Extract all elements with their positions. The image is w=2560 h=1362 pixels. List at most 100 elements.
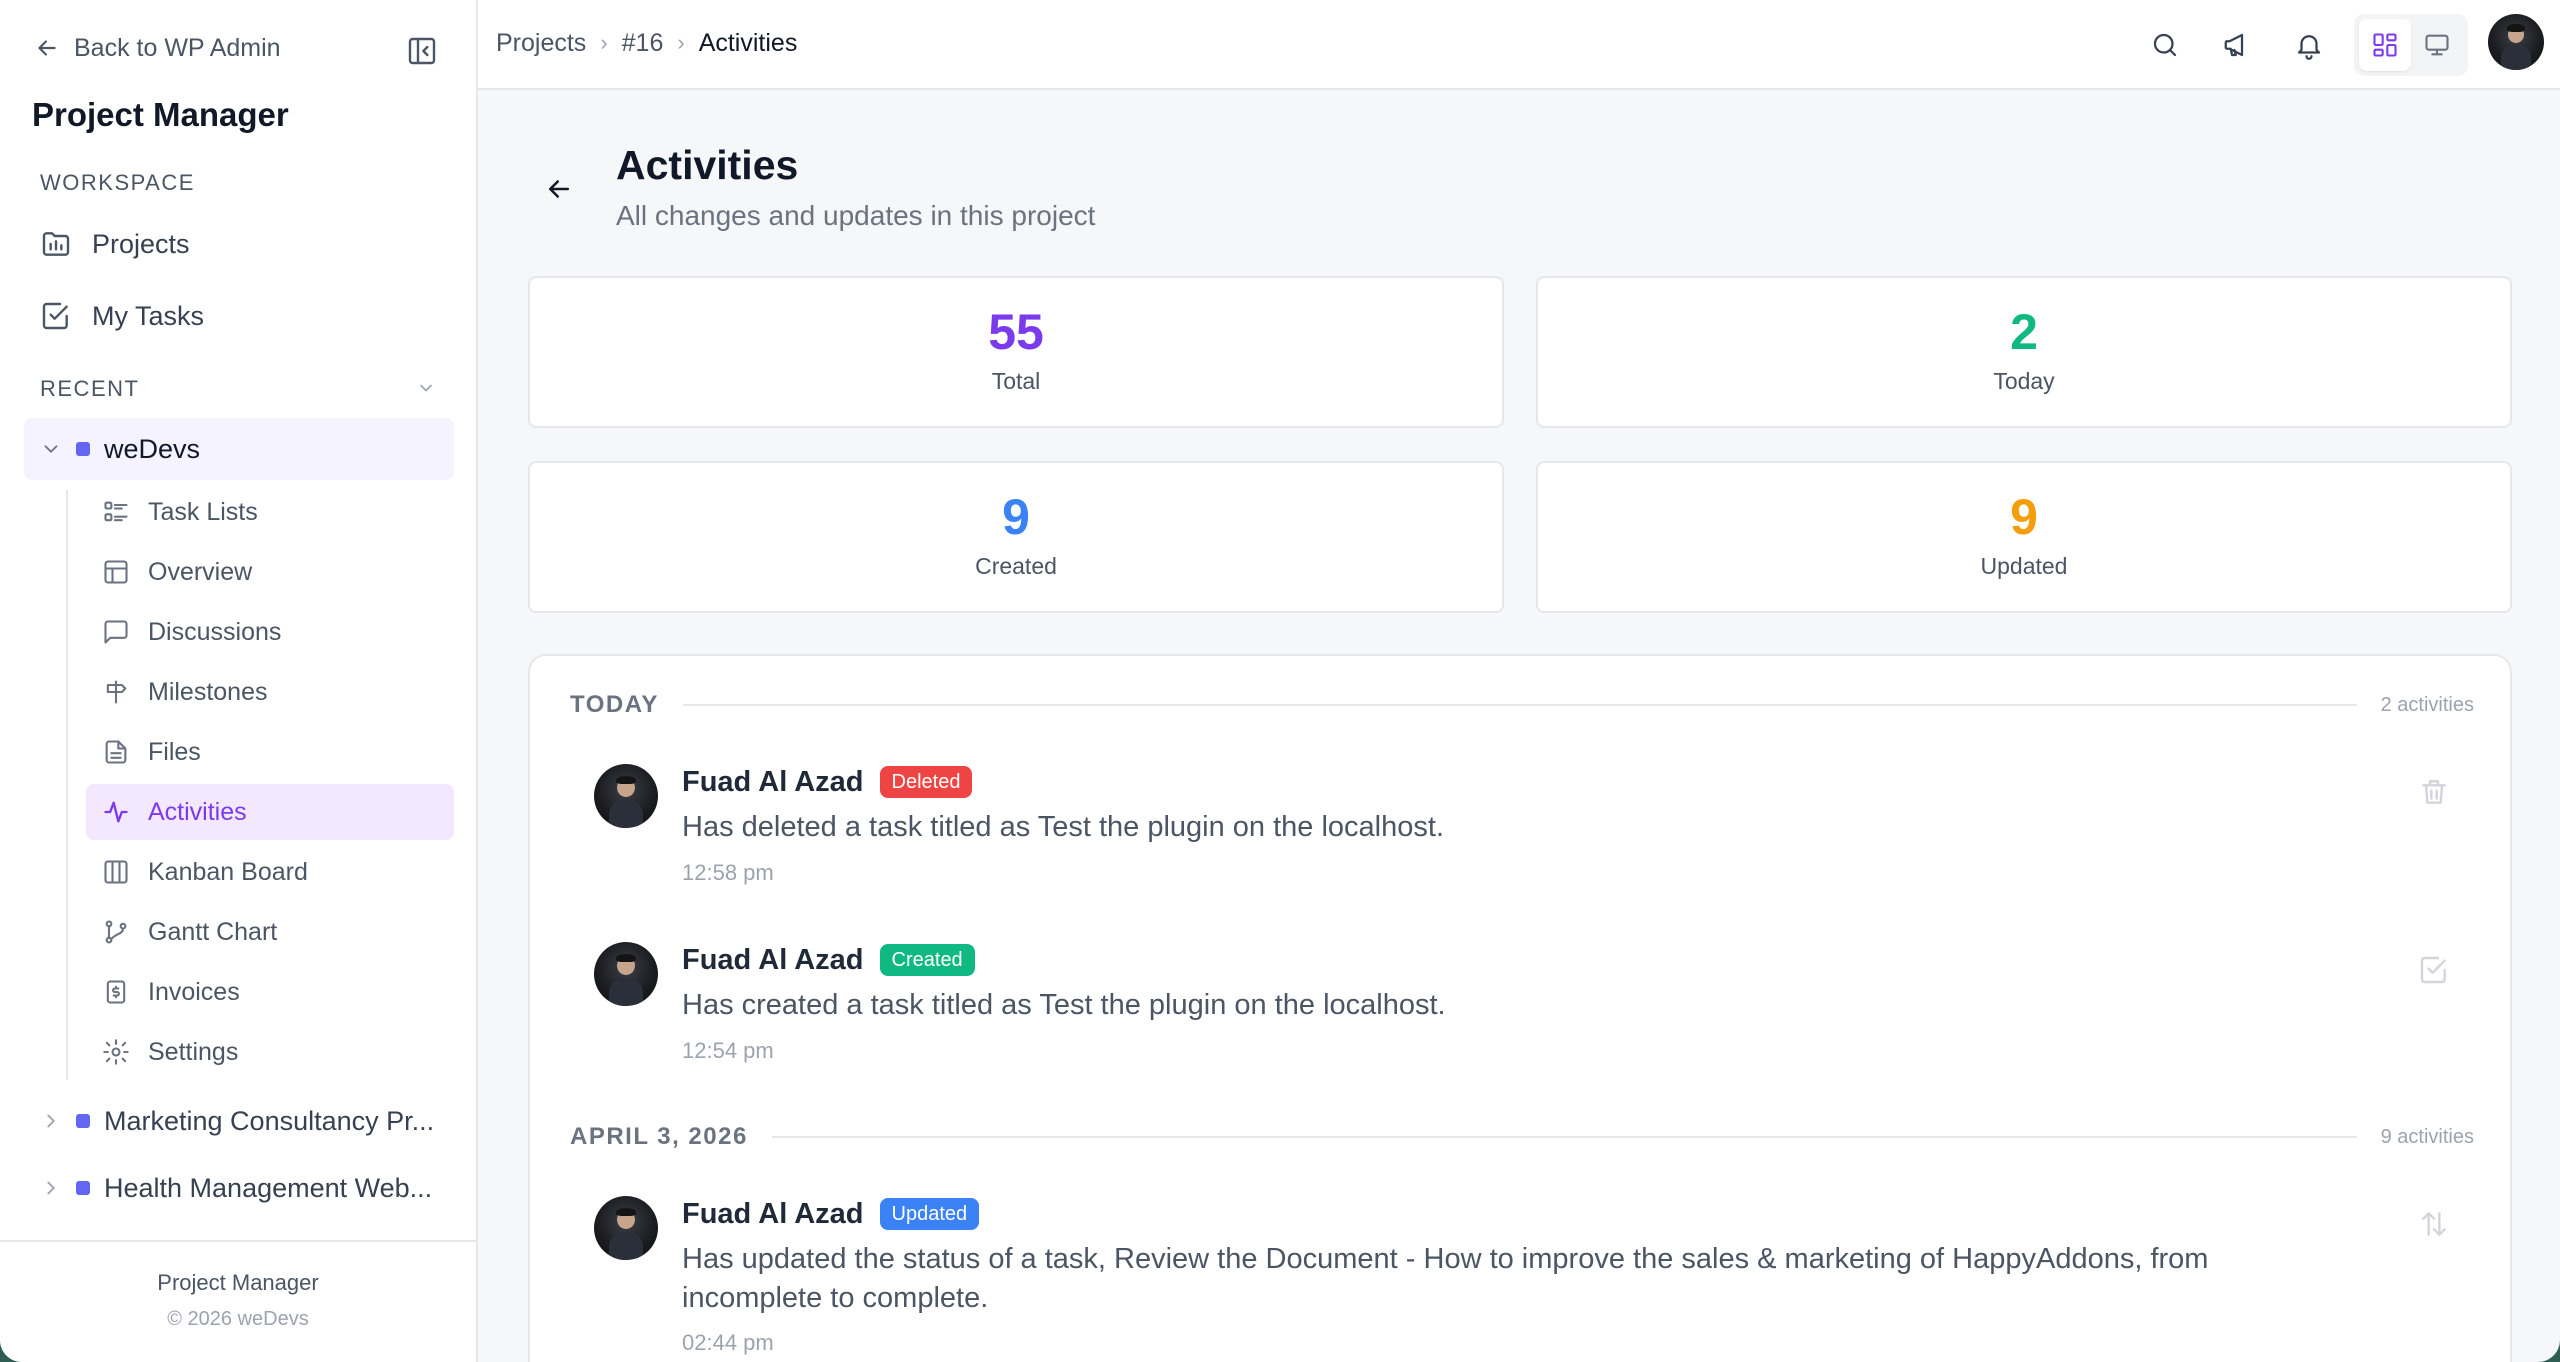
project-wedevs[interactable]: weDevs [24,418,454,480]
collapse-sidebar-button[interactable] [404,34,440,68]
group-title: APRIL 3, 2026 [570,1123,748,1150]
gantt-icon [105,920,127,944]
group-count: 9 activities [2380,1125,2474,1148]
notifications-button[interactable] [2286,22,2332,68]
recent-label: RECENT [40,376,140,401]
stat-card-total: 55 Total [528,276,1504,428]
activity-icon [104,801,128,823]
invoice-icon [106,980,126,1004]
sidebar-item-label: Discussions [148,617,282,646]
project-marketing-consultancy[interactable]: Marketing Consultancy Pr... [24,1090,454,1152]
back-to-wp-admin-link[interactable]: Back to WP Admin [34,30,281,66]
page-title: Activities [616,142,799,188]
monitor-icon [2425,34,2449,56]
checkbox-icon [42,302,68,330]
status-badge-updated: Updated [879,1198,980,1230]
sidebar-collapse-icon [408,37,436,65]
breadcrumb-current: Activities [698,28,798,57]
project-color-dot [76,1181,90,1195]
grid-view-button[interactable] [2359,19,2411,71]
chevron-right-icon [47,1114,55,1128]
activity-text: Has updated the status of a task, Review… [682,1243,2209,1314]
avatar-body [609,977,643,1006]
sidebar-item-kanban-board[interactable]: Kanban Board [86,844,454,900]
sidebar-item-gantt-chart[interactable]: Gantt Chart [86,904,454,960]
sidebar-item-settings[interactable]: Settings [86,1024,454,1080]
stat-value: 9 [1002,489,1030,545]
avatar-body [609,1231,643,1260]
activity-avatar [594,764,658,828]
project-name: Marketing Consultancy Pr... [104,1105,435,1136]
avatar-hair [615,953,637,963]
search-icon [2153,33,2177,57]
activity-user: Fuad Al Azad [682,765,864,798]
sidebar-item-discussions[interactable]: Discussions [86,604,454,660]
footer-copyright: © 2026 weDevs [167,1308,309,1330]
app-title: Project Manager [32,96,289,133]
user-avatar[interactable] [2488,14,2544,70]
activity-avatar [594,942,658,1006]
group-divider [682,704,2357,706]
chat-icon [104,620,128,644]
stat-value: 2 [2010,304,2038,360]
sidebar-item-invoices[interactable]: Invoices [86,964,454,1020]
stat-value: 55 [988,304,1044,360]
arrow-left-icon [549,180,569,198]
footer-title: Project Manager [157,1270,319,1295]
sidebar-item-milestones[interactable]: Milestones [86,664,454,720]
projects-folder-icon [42,232,70,256]
activity-type [2414,950,2454,990]
activity-feed: TODAY 2 activities Fuad Al Azad Deleted … [528,654,2512,1362]
sidebar-item-label: Invoices [148,977,240,1006]
activity-avatar [594,1196,658,1260]
stat-label: Updated [1980,553,2068,579]
sidebar-item-label: Task Lists [148,497,258,526]
swap-arrows-icon [2422,1212,2446,1236]
activity-time: 02:44 pm [682,1330,774,1355]
recent-chevron-down-icon[interactable] [416,378,436,398]
nav-projects[interactable]: Projects [40,220,190,268]
breadcrumb-project-id[interactable]: #16 [622,29,664,58]
check-square-icon [2420,956,2446,984]
project-health-management[interactable]: Health Management Web... [24,1157,454,1219]
app-window: Back to WP Admin Project Manager WORKSPA… [0,0,2560,1362]
sidebar-item-label: Gantt Chart [148,917,278,946]
announcements-button[interactable] [2214,22,2260,68]
stat-card-updated: 9 Updated [1536,461,2512,613]
arrow-left-icon [38,40,56,56]
avatar-body [609,799,643,828]
monitor-view-button[interactable] [2411,19,2463,71]
signpost-icon [106,680,127,704]
status-badge-deleted: Deleted [879,766,973,798]
sidebar-item-files[interactable]: Files [86,724,454,780]
stat-label: Today [1993,368,2055,394]
breadcrumb-separator-icon: › [677,30,685,55]
stat-value: 9 [2010,489,2038,545]
breadcrumb-projects[interactable]: Projects [496,29,586,58]
grid-view-icon [2373,33,2397,57]
file-icon [105,740,127,764]
avatar-hair [2507,24,2525,32]
sidebar-item-task-lists[interactable]: Task Lists [86,484,454,540]
page-back-button[interactable] [536,166,582,212]
sidebar-footer: Project Manager © 2026 weDevs [0,1240,476,1362]
list-icon [104,501,128,522]
avatar-hair [615,775,637,785]
avatar-hair [615,1207,637,1217]
nav-my-tasks[interactable]: My Tasks [40,292,204,340]
sidebar-item-activities[interactable]: Activities [86,784,454,840]
sidebar-item-label: Kanban Board [148,857,308,886]
gear-icon [103,1039,129,1065]
trash-icon [2422,780,2446,804]
workspace-label: WORKSPACE [40,170,195,195]
sidebar-item-overview[interactable]: Overview [86,544,454,600]
group-count: 2 activities [2380,693,2474,716]
megaphone-icon [2224,33,2244,57]
bell-icon [2297,35,2321,60]
chevron-down-icon [44,445,58,453]
activity-time: 12:54 pm [682,1038,774,1063]
top-bar: Projects › #16 › Activities [478,0,2560,90]
stat-card-created: 9 Created [528,461,1504,613]
sidebar-item-label: Milestones [148,677,268,706]
search-button[interactable] [2142,22,2188,68]
